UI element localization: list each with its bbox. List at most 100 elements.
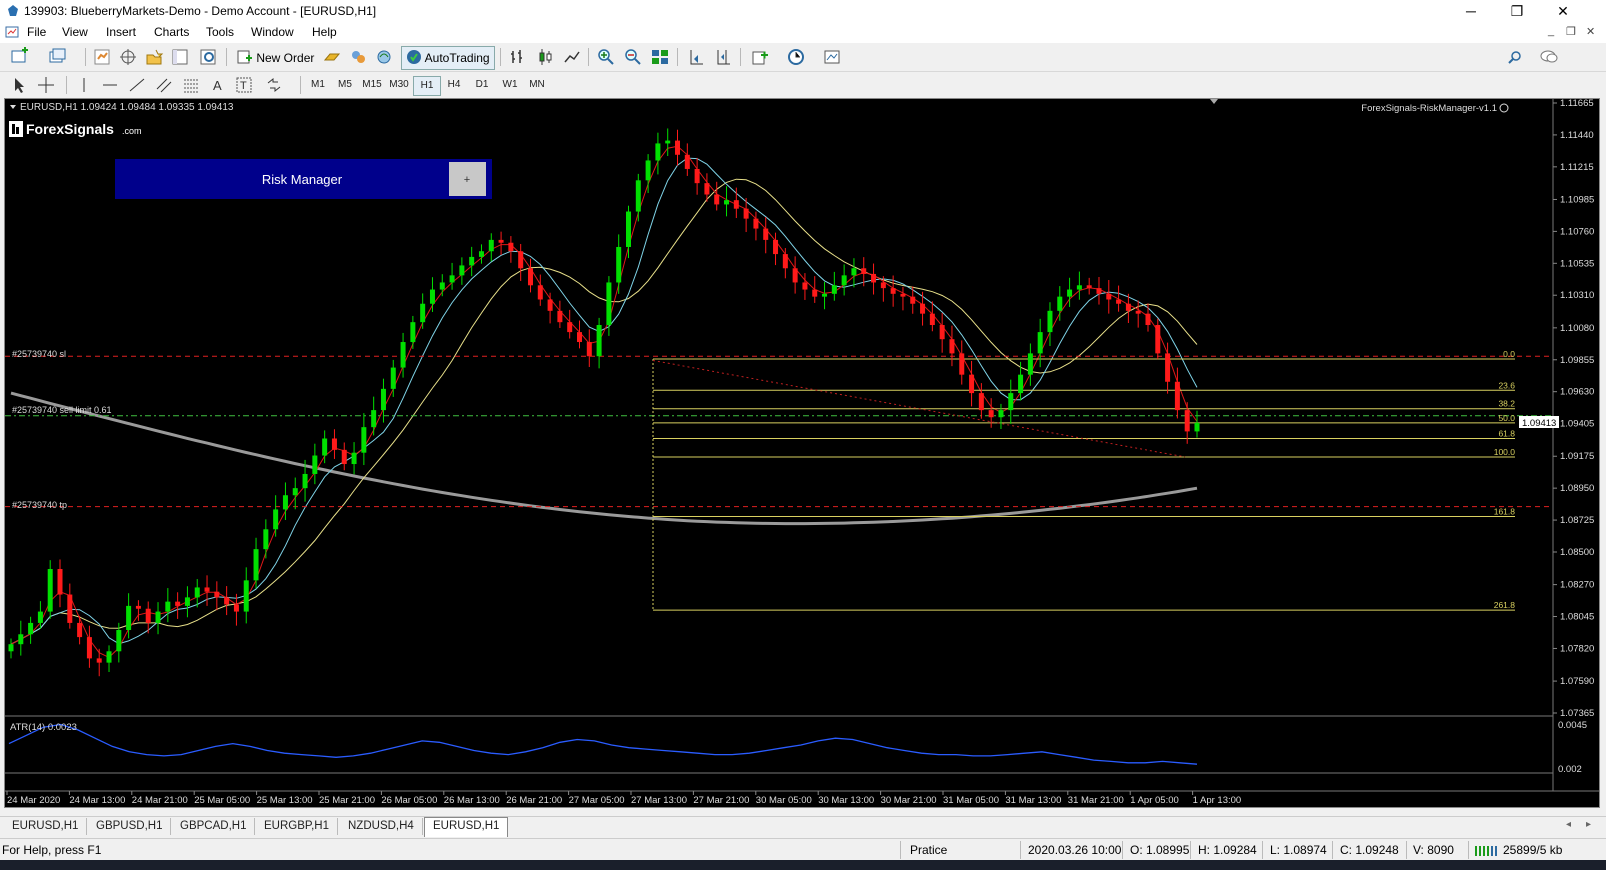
timeframe-m1[interactable]: M1 — [305, 76, 331, 94]
signals-icon[interactable] — [348, 47, 368, 67]
candle-body — [429, 289, 435, 304]
candle-body — [155, 611, 161, 623]
candle-body — [1184, 410, 1190, 432]
fibonacci-icon[interactable] — [181, 75, 201, 95]
status-close: C: 1.09248 — [1340, 843, 1399, 857]
equidistant-channel-icon[interactable] — [154, 75, 174, 95]
timeframe-mn[interactable]: MN — [524, 76, 550, 94]
menu-insert[interactable]: Insert — [106, 25, 136, 39]
menu-help[interactable]: Help — [312, 25, 337, 39]
menu-tools[interactable]: Tools — [206, 25, 234, 39]
text-icon[interactable]: A — [208, 75, 228, 95]
mdi-restore-icon[interactable]: ❐ — [1566, 25, 1576, 38]
status-profile[interactable]: Pratice — [910, 843, 947, 857]
navigator-icon[interactable] — [144, 47, 164, 67]
price-chart[interactable]: 0.0 23.6 38.2 50.0 61.8 100.0 161.8 261.8 1.116… — [5, 98, 1599, 807]
new-order-button[interactable]: New Order — [232, 46, 319, 70]
x-tick-label: 30 Mar 21:00 — [881, 795, 937, 806]
strategy-tester-icon[interactable] — [198, 47, 218, 67]
candle-body — [498, 239, 504, 243]
search-icon[interactable] — [1508, 50, 1522, 64]
indicator-name: ForexSignals-RiskManager-v1.1 — [1361, 103, 1497, 114]
crosshair-icon[interactable] — [36, 75, 56, 95]
candle-body — [782, 254, 788, 269]
timeframe-m15[interactable]: M15 — [359, 76, 385, 94]
timeframe-h4[interactable]: H4 — [441, 76, 467, 94]
profiles-icon[interactable] — [48, 47, 68, 67]
terminal-icon[interactable] — [170, 47, 190, 67]
indicators-icon[interactable] — [750, 47, 770, 67]
zoom-out-icon[interactable] — [623, 47, 643, 67]
candle-body — [900, 293, 906, 297]
market-watch-icon[interactable] — [92, 47, 112, 67]
chart-shift-marker-icon — [1210, 99, 1218, 104]
candle-body — [910, 296, 916, 304]
menu-window[interactable]: Window — [251, 25, 294, 39]
chat-icon[interactable] — [1540, 50, 1558, 64]
fib-level-label: 23.6 — [1498, 380, 1515, 390]
text-label-icon[interactable]: T — [234, 75, 254, 95]
new-chart-icon[interactable] — [10, 47, 30, 67]
candle-body — [743, 208, 749, 219]
mdi-minimize-icon[interactable]: _ — [1548, 25, 1554, 37]
tab-scroll-right-icon[interactable]: ▸ — [1586, 819, 1591, 830]
timeframe-w1[interactable]: W1 — [497, 76, 523, 94]
candle-body — [714, 194, 720, 205]
timeframe-d1[interactable]: D1 — [469, 76, 495, 94]
candle-body — [18, 634, 24, 645]
candle-body — [116, 630, 122, 652]
candle-body — [851, 268, 857, 276]
risk-manager-panel[interactable]: Risk Manager + — [115, 159, 492, 199]
tab-scroll-left-icon[interactable]: ◂ — [1566, 819, 1571, 830]
templates-icon[interactable] — [822, 47, 842, 67]
auto-scroll-icon[interactable] — [686, 47, 706, 67]
tab-gbpusd-h1[interactable]: GBPUSD,H1 — [88, 818, 172, 835]
cursor-icon[interactable] — [10, 75, 30, 95]
vertical-line-icon[interactable] — [74, 75, 94, 95]
horizontal-line-icon[interactable] — [100, 75, 120, 95]
candle-body — [135, 605, 141, 609]
tab-gbpcad-h1[interactable]: GBPCAD,H1 — [172, 818, 256, 835]
timeframe-m5[interactable]: M5 — [332, 76, 358, 94]
y-tick-label: 1.07590 — [1560, 676, 1594, 687]
menu-file[interactable]: File — [27, 25, 46, 39]
chart-window[interactable]: 0.0 23.6 38.2 50.0 61.8 100.0 161.8 261.8 1.116… — [4, 98, 1600, 808]
minimize-button[interactable]: ─ — [1448, 0, 1494, 22]
tab-nzdusd-h4[interactable]: NZDUSD,H4 — [340, 818, 423, 835]
y-tick-label: 1.10080 — [1560, 323, 1594, 334]
menu-charts[interactable]: Charts — [154, 25, 189, 39]
tab-eurusd-h1[interactable]: EURUSD,H1 — [4, 818, 88, 835]
chart-shift-icon[interactable] — [713, 47, 733, 67]
candle-body — [37, 611, 43, 623]
autotrading-button[interactable]: AutoTrading — [401, 46, 495, 70]
candle-body — [1057, 296, 1063, 311]
timeframe-m30[interactable]: M30 — [386, 76, 412, 94]
bar-chart-icon[interactable] — [508, 47, 528, 67]
y-tick-label: 1.11215 — [1560, 162, 1594, 173]
market-icon[interactable] — [374, 47, 394, 67]
y-tick-label: 1.08725 — [1560, 515, 1594, 526]
gold-bar-icon[interactable] — [322, 47, 342, 67]
candlestick-icon[interactable] — [535, 47, 555, 67]
risk-manager-expand-label: + — [464, 174, 470, 186]
periods-clock-icon[interactable] — [786, 47, 806, 67]
timeframe-h1[interactable]: H1 — [413, 76, 441, 96]
candle-body — [361, 427, 367, 453]
trendline-icon[interactable] — [127, 75, 147, 95]
candle-body — [400, 342, 406, 368]
chart-menu-triangle-icon[interactable] — [10, 105, 16, 109]
candle-body — [724, 200, 730, 205]
menu-view[interactable]: View — [62, 25, 88, 39]
line-chart-icon[interactable] — [562, 47, 582, 67]
close-button[interactable]: ✕ — [1540, 0, 1586, 22]
tile-windows-icon[interactable] — [650, 47, 670, 67]
mdi-close-icon[interactable]: ✕ — [1586, 25, 1595, 38]
data-window-icon[interactable] — [118, 47, 138, 67]
restore-button[interactable]: ❐ — [1494, 0, 1540, 22]
arrows-icon[interactable] — [264, 75, 284, 95]
x-tick-label: 26 Mar 21:00 — [506, 795, 562, 806]
zoom-in-icon[interactable] — [596, 47, 616, 67]
tab-eurusd-h1-active[interactable]: EURUSD,H1 — [424, 817, 509, 837]
tab-eurgbp-h1[interactable]: EURGBP,H1 — [256, 818, 338, 835]
x-tick-label: 31 Mar 05:00 — [943, 795, 999, 806]
